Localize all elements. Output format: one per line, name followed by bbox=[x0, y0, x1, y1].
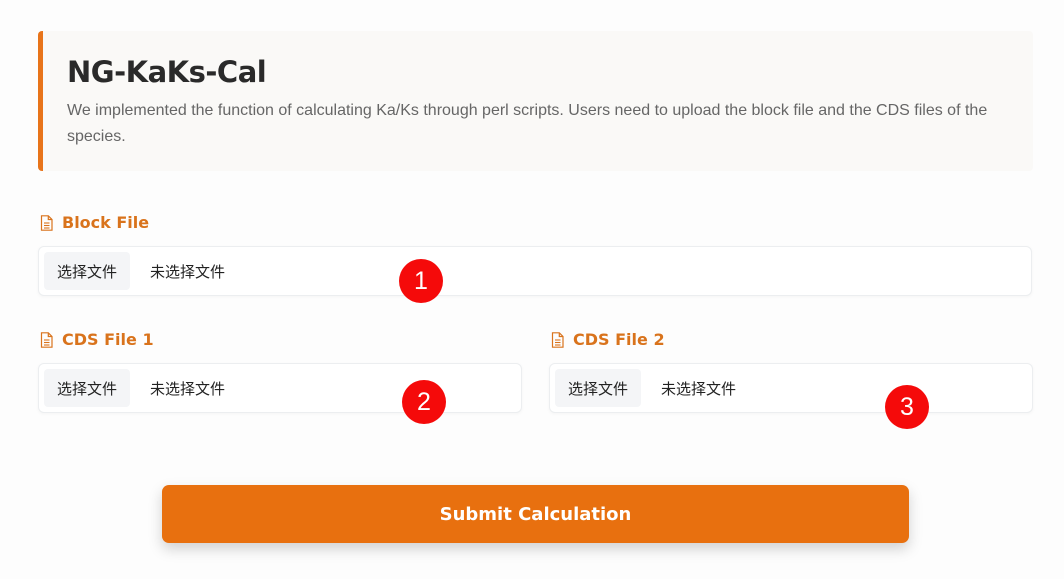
cds-file-2-label-text: CDS File 2 bbox=[573, 330, 665, 349]
document-icon bbox=[551, 331, 564, 348]
document-icon bbox=[40, 331, 53, 348]
block-file-input[interactable]: 选择文件 未选择文件 bbox=[38, 246, 1032, 296]
block-file-status: 未选择文件 bbox=[150, 263, 226, 281]
step-marker-2: 2 bbox=[402, 380, 446, 424]
block-file-label: Block File bbox=[40, 213, 149, 232]
cds-file-1-label-text: CDS File 1 bbox=[62, 330, 154, 349]
cds-file-1-status: 未选择文件 bbox=[150, 380, 226, 398]
cds-file-2-choose-button[interactable]: 选择文件 bbox=[555, 369, 642, 407]
cds-file-2-input[interactable]: 选择文件 未选择文件 bbox=[549, 363, 1033, 413]
cds-file-1-label: CDS File 1 bbox=[40, 330, 154, 349]
cds-file-1-input[interactable]: 选择文件 未选择文件 bbox=[38, 363, 522, 413]
tool-header: NG-KaKs-Cal We implemented the function … bbox=[38, 31, 1033, 171]
cds-file-2-label: CDS File 2 bbox=[551, 330, 665, 349]
step-marker-3: 3 bbox=[885, 385, 929, 429]
cds-file-1-choose-button[interactable]: 选择文件 bbox=[44, 369, 131, 407]
block-file-choose-button[interactable]: 选择文件 bbox=[44, 252, 131, 290]
submit-calculation-button[interactable]: Submit Calculation bbox=[162, 485, 909, 543]
page-description: We implemented the function of calculati… bbox=[67, 102, 988, 145]
step-marker-1: 1 bbox=[399, 259, 443, 303]
page-title: NG-KaKs-Cal bbox=[67, 55, 267, 89]
document-icon bbox=[40, 214, 53, 231]
cds-file-2-status: 未选择文件 bbox=[661, 380, 737, 398]
block-file-label-text: Block File bbox=[62, 213, 150, 232]
